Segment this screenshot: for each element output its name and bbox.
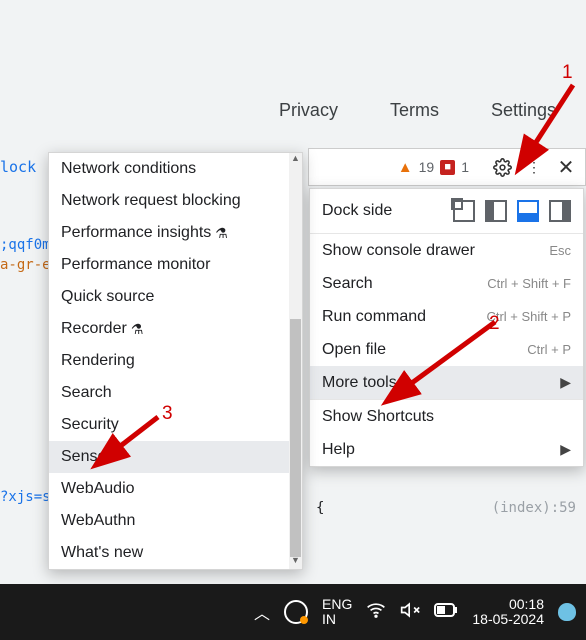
menu-item-shortcut: Esc bbox=[549, 243, 571, 258]
submenu-item-network-request-blocking[interactable]: Network request blocking bbox=[49, 185, 289, 217]
error-icon[interactable]: ■ bbox=[440, 160, 455, 175]
submenu-item-label: Performance monitor bbox=[61, 256, 210, 274]
google-footer: Privacy Terms Settings bbox=[0, 100, 586, 145]
dock-side-label: Dock side bbox=[322, 202, 392, 220]
sync-icon[interactable] bbox=[284, 600, 308, 624]
console-code-preview: { (index):59 bbox=[316, 500, 576, 516]
submenu-item-label: Performance insights bbox=[61, 224, 211, 242]
chevron-right-icon: ▶ bbox=[560, 441, 571, 458]
menu-item-label: More tools bbox=[322, 374, 397, 392]
submenu-item-label: Sensors bbox=[61, 448, 120, 466]
language-indicator[interactable]: ENG IN bbox=[322, 597, 352, 628]
submenu-item-label: Quick source bbox=[61, 288, 154, 306]
menu-item-label: Show console drawer bbox=[322, 242, 475, 260]
submenu-item-quick-source[interactable]: Quick source bbox=[49, 281, 289, 313]
menu-item-open-file[interactable]: Open file Ctrl + P bbox=[310, 333, 583, 366]
battery-icon[interactable] bbox=[434, 602, 458, 622]
code-fragment: ?xjs=s bbox=[0, 487, 51, 507]
partial-text-block: lock bbox=[0, 158, 36, 176]
warnings-count: 19 bbox=[419, 159, 435, 175]
menu-item-more-tools[interactable]: More tools ▶ bbox=[310, 366, 583, 399]
submenu-item-sensors[interactable]: Sensors bbox=[49, 441, 289, 473]
menu-item-run-command[interactable]: Run command Ctrl + Shift + P bbox=[310, 300, 583, 333]
submenu-item-label: Network conditions bbox=[61, 160, 196, 178]
code-source-ref: (index):59 bbox=[492, 500, 576, 516]
kebab-menu-icon[interactable]: ⋮ bbox=[521, 154, 547, 180]
dock-right-icon[interactable] bbox=[549, 200, 571, 222]
menu-item-label: Open file bbox=[322, 341, 386, 359]
submenu-item-label: Rendering bbox=[61, 352, 135, 370]
annotation-label-2: 2 bbox=[489, 313, 500, 335]
code-fragment: a-gr-e bbox=[0, 255, 51, 275]
submenu-item-label: Security bbox=[61, 416, 119, 434]
flask-icon: ⚗ bbox=[215, 225, 228, 242]
more-tools-submenu: Network conditions Network request block… bbox=[48, 152, 303, 570]
terms-link[interactable]: Terms bbox=[390, 100, 439, 145]
devtools-settings-menu: Dock side Show console drawer Esc Search… bbox=[309, 188, 584, 467]
submenu-item-label: WebAudio bbox=[61, 480, 135, 498]
flask-icon: ⚗ bbox=[131, 321, 144, 338]
language-top: ENG bbox=[322, 597, 352, 612]
settings-link[interactable]: Settings bbox=[491, 100, 556, 145]
time-text: 00:18 bbox=[472, 597, 544, 612]
dock-side-row: Dock side bbox=[310, 189, 583, 233]
volume-muted-icon[interactable] bbox=[400, 600, 420, 625]
menu-item-search[interactable]: Search Ctrl + Shift + F bbox=[310, 267, 583, 300]
submenu-item-label: Search bbox=[61, 384, 112, 402]
annotation-label-3: 3 bbox=[162, 403, 173, 425]
dock-undock-icon[interactable] bbox=[453, 200, 475, 222]
clock[interactable]: 00:18 18-05-2024 bbox=[472, 597, 544, 628]
submenu-item-whats-new[interactable]: What's new bbox=[49, 537, 289, 569]
warning-icon[interactable]: ▲ bbox=[398, 159, 413, 176]
scroll-down-icon[interactable]: ▼ bbox=[289, 555, 302, 569]
dock-bottom-icon[interactable] bbox=[517, 200, 539, 222]
date-text: 18-05-2024 bbox=[472, 612, 544, 627]
menu-item-label: Show Shortcuts bbox=[322, 408, 434, 426]
privacy-link[interactable]: Privacy bbox=[279, 100, 338, 145]
background-code: ;qqf0m a-gr-e bbox=[0, 235, 51, 275]
scrollbar-thumb[interactable] bbox=[290, 319, 301, 557]
tray-chevron-up-icon[interactable]: ︿ bbox=[254, 600, 270, 624]
scroll-up-icon[interactable]: ▲ bbox=[289, 153, 302, 167]
close-icon[interactable]: ✕ bbox=[553, 154, 579, 180]
submenu-item-recorder[interactable]: Recorder⚗ bbox=[49, 313, 289, 345]
scrollbar[interactable]: ▲ ▼ bbox=[289, 153, 302, 569]
submenu-item-network-conditions[interactable]: Network conditions bbox=[49, 153, 289, 185]
menu-item-help[interactable]: Help ▶ bbox=[310, 433, 583, 466]
menu-item-label: Search bbox=[322, 275, 373, 293]
menu-item-shortcut: Ctrl + Shift + F bbox=[487, 276, 571, 291]
windows-taskbar: ︿ ENG IN 00:18 18-05-2024 bbox=[0, 584, 586, 640]
submenu-item-performance-monitor[interactable]: Performance monitor bbox=[49, 249, 289, 281]
menu-item-label: Run command bbox=[322, 308, 426, 326]
code-fragment: ;qqf0m bbox=[0, 235, 51, 255]
dock-left-icon[interactable] bbox=[485, 200, 507, 222]
chevron-right-icon: ▶ bbox=[560, 374, 571, 391]
menu-item-show-console-drawer[interactable]: Show console drawer Esc bbox=[310, 234, 583, 267]
submenu-item-label: What's new bbox=[61, 544, 143, 562]
menu-item-show-shortcuts[interactable]: Show Shortcuts bbox=[310, 400, 583, 433]
devtools-toolbar: ▲ 19 ■ 1 ⋮ ✕ bbox=[308, 148, 586, 186]
errors-count: 1 bbox=[461, 159, 469, 175]
submenu-item-label: Network request blocking bbox=[61, 192, 241, 210]
menu-item-label: Help bbox=[322, 441, 355, 459]
submenu-item-webaudio[interactable]: WebAudio bbox=[49, 473, 289, 505]
notification-bell-icon[interactable] bbox=[558, 603, 576, 621]
submenu-item-webauthn[interactable]: WebAuthn bbox=[49, 505, 289, 537]
code-text: { bbox=[316, 500, 324, 516]
language-bottom: IN bbox=[322, 612, 352, 627]
wifi-icon[interactable] bbox=[366, 600, 386, 625]
annotation-label-1: 1 bbox=[562, 62, 573, 84]
submenu-item-performance-insights[interactable]: Performance insights⚗ bbox=[49, 217, 289, 249]
submenu-item-label: Recorder bbox=[61, 320, 127, 338]
submenu-item-label: WebAuthn bbox=[61, 512, 135, 530]
submenu-item-rendering[interactable]: Rendering bbox=[49, 345, 289, 377]
menu-item-shortcut: Ctrl + P bbox=[527, 342, 571, 357]
gear-icon[interactable] bbox=[489, 154, 515, 180]
